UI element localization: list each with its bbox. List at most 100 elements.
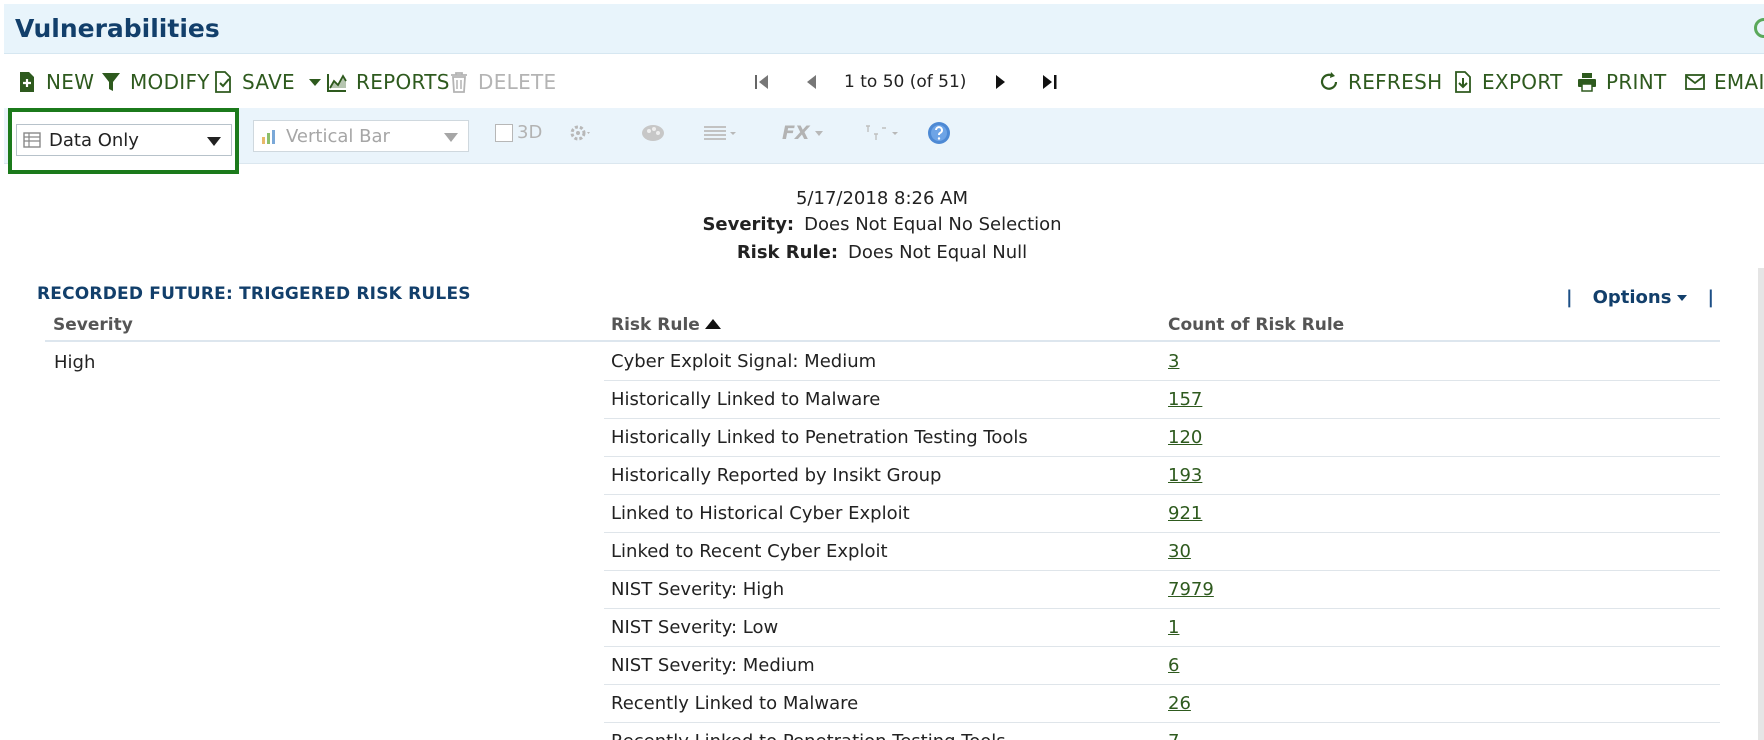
next-page-button[interactable] <box>982 68 1018 96</box>
column-header-severity[interactable]: Severity <box>53 315 133 335</box>
table-row: Historically Linked to Penetration Testi… <box>604 419 1720 457</box>
reports-button[interactable]: REPORTS <box>326 68 450 96</box>
palette-button[interactable] <box>640 122 666 144</box>
save-button[interactable]: SAVE <box>212 68 321 96</box>
export-icon <box>1455 71 1471 93</box>
fx-icon: FX <box>782 122 810 144</box>
risk-rule-cell: Historically Reported by Insikt Group <box>611 465 942 486</box>
align-button[interactable] <box>702 122 738 144</box>
new-button[interactable]: NEW <box>16 68 94 96</box>
options-bar: | Options | <box>1566 287 1714 308</box>
options-menu-button[interactable]: Options <box>1593 287 1688 308</box>
view-mode-select[interactable]: Data Only <box>16 124 232 156</box>
modify-button-label: MODIFY <box>130 70 210 94</box>
email-button[interactable]: EMAIL <box>1684 68 1764 96</box>
save-document-icon <box>215 71 231 93</box>
three-d-toggle[interactable]: 3D <box>495 122 542 143</box>
count-link[interactable]: 6 <box>1168 655 1179 676</box>
reports-chart-icon <box>327 74 347 92</box>
export-button[interactable]: EXPORT <box>1452 68 1563 96</box>
three-d-label: 3D <box>517 122 543 143</box>
column-header-count[interactable]: Count of Risk Rule <box>1168 315 1344 335</box>
print-button[interactable]: PRINT <box>1576 68 1667 96</box>
count-link[interactable]: 193 <box>1168 465 1202 486</box>
new-button-label: NEW <box>46 70 95 94</box>
page-title: Vulnerabilities <box>15 14 220 43</box>
envelope-icon <box>1685 74 1705 90</box>
chart-type-select[interactable]: Vertical Bar <box>253 120 469 152</box>
count-link[interactable]: 3 <box>1168 351 1179 372</box>
view-toolbar: Data Only Vertical Bar 3D FX <box>4 108 1764 174</box>
refresh-button-label: REFRESH <box>1348 70 1443 94</box>
table-icon <box>23 132 41 148</box>
bar-chart-icon <box>262 130 275 144</box>
previous-page-button[interactable] <box>794 68 830 96</box>
risk-rule-cell: Recently Linked to Malware <box>611 693 859 714</box>
email-button-label: EMAIL <box>1714 70 1764 94</box>
print-button-label: PRINT <box>1606 70 1667 94</box>
modify-button[interactable]: MODIFY <box>100 68 210 96</box>
risk-rule-cell: NIST Severity: Low <box>611 617 779 638</box>
risk-rule-cell: Historically Linked to Penetration Testi… <box>611 427 1028 448</box>
risk-rule-cell: NIST Severity: Medium <box>611 655 815 676</box>
risk-rule-cell: Recently Linked to Penetration Testing T… <box>611 731 1006 740</box>
count-link[interactable]: 157 <box>1168 389 1202 410</box>
filter-risk-rule-label: Risk Rule: <box>736 242 839 263</box>
table-row: NIST Severity: Medium 6 <box>604 647 1720 685</box>
filter-severity: Severity: Does Not Equal No Selection <box>0 214 1764 235</box>
count-link[interactable]: 1 <box>1168 617 1179 638</box>
previous-page-icon <box>807 75 816 89</box>
align-lines-icon <box>704 126 736 140</box>
count-link[interactable]: 921 <box>1168 503 1202 524</box>
severity-group-cell: High <box>54 352 96 373</box>
count-link[interactable]: 26 <box>1168 693 1191 714</box>
new-document-icon <box>20 72 34 92</box>
first-page-icon <box>755 75 768 89</box>
report-timestamp: 5/17/2018 8:26 AM <box>795 188 968 209</box>
help-button[interactable] <box>927 121 951 145</box>
table-row: Historically Linked to Malware 157 <box>604 381 1720 419</box>
chart-settings-button[interactable] <box>568 122 592 144</box>
last-page-button[interactable] <box>1032 68 1068 96</box>
first-page-button[interactable] <box>744 68 780 96</box>
save-button-label: SAVE <box>242 70 295 94</box>
vertical-scrollbar[interactable] <box>1758 268 1764 740</box>
column-header-risk-rule[interactable]: Risk Rule <box>611 315 721 335</box>
chart-type-value: Vertical Bar <box>286 125 390 147</box>
table-row: Linked to Historical Cyber Exploit 921 <box>604 495 1720 533</box>
save-dropdown-caret-icon[interactable] <box>309 78 321 86</box>
sort-order-button[interactable] <box>862 122 902 144</box>
pagination: 1 to 50 (of 51) <box>744 68 1068 96</box>
delete-button[interactable]: DELETE <box>448 68 556 96</box>
page-range-text: 1 to 50 (of 51) <box>844 72 967 92</box>
fx-button[interactable]: FX <box>782 122 824 144</box>
main-toolbar: NEW MODIFY SAVE REPORTS DELETE 1 to 50 (… <box>4 55 1764 108</box>
options-separator: | <box>1566 287 1573 308</box>
table-row: Linked to Recent Cyber Exploit 30 <box>604 533 1720 571</box>
table-row: NIST Severity: Low 1 <box>604 609 1720 647</box>
count-link[interactable]: 7979 <box>1168 579 1214 600</box>
options-separator: | <box>1707 287 1715 308</box>
refresh-button[interactable]: REFRESH <box>1318 68 1442 96</box>
view-mode-value: Data Only <box>49 129 139 151</box>
gear-icon <box>570 125 590 141</box>
grid-header: Severity Risk Rule Count of Risk Rule <box>45 312 1720 342</box>
risk-rule-cell: Linked to Historical Cyber Exploit <box>611 503 910 524</box>
risk-rule-cell: Historically Linked to Malware <box>611 389 881 410</box>
status-indicator-icon <box>1754 18 1764 38</box>
risk-rule-cell: Linked to Recent Cyber Exploit <box>611 541 888 562</box>
column-header-risk-rule-label: Risk Rule <box>611 315 700 335</box>
chevron-down-icon <box>207 137 221 146</box>
last-page-icon <box>1043 75 1057 89</box>
sort-numbers-icon <box>866 125 898 140</box>
chevron-down-icon <box>814 131 823 136</box>
count-link[interactable]: 30 <box>1168 541 1191 562</box>
sort-ascending-icon <box>704 319 721 329</box>
count-link[interactable]: 7 <box>1168 731 1179 740</box>
count-link[interactable]: 120 <box>1168 427 1202 448</box>
table-row: Recently Linked to Malware 26 <box>604 685 1720 723</box>
printer-icon <box>1578 73 1596 92</box>
refresh-icon <box>1320 72 1338 90</box>
three-d-checkbox[interactable] <box>495 123 513 142</box>
risk-rule-cell: NIST Severity: High <box>611 579 785 600</box>
